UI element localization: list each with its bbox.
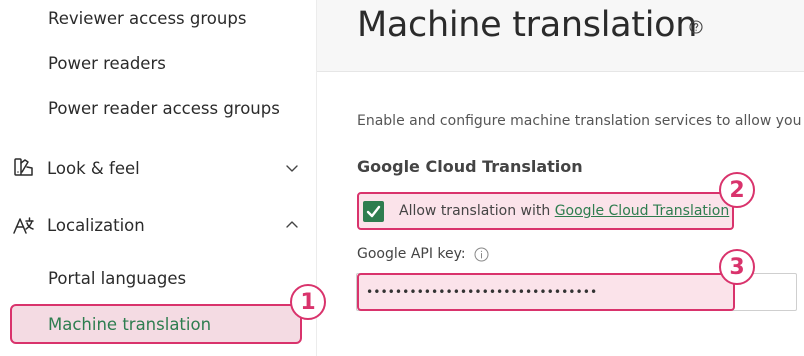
sidebar-item-power-readers[interactable]: Power readers — [48, 54, 166, 73]
sidebar: Reviewer access groups Power readers Pow… — [0, 0, 317, 356]
section-title: Google Cloud Translation — [357, 157, 583, 176]
callout-badge-3: 3 — [719, 249, 755, 285]
chevron-up-icon — [286, 221, 298, 228]
sidebar-item-label: Machine translation — [48, 315, 212, 334]
api-key-label: Google API key: — [357, 246, 466, 262]
callout-badge-1: 1 — [290, 284, 326, 320]
checkbox-label-text: Allow translation with — [399, 203, 555, 219]
chevron-down-icon — [286, 165, 298, 172]
checkmark-icon — [366, 205, 381, 218]
sidebar-item-power-reader-access-groups[interactable]: Power reader access groups — [48, 99, 280, 118]
sidebar-group-look-and-feel[interactable]: Look & feel — [12, 152, 304, 184]
sidebar-item-portal-languages[interactable]: Portal languages — [48, 269, 186, 288]
allow-translation-checkbox[interactable] — [363, 201, 384, 222]
callout-badge-2: 2 — [719, 172, 755, 208]
sidebar-item-reviewer-access-groups[interactable]: Reviewer access groups — [48, 9, 246, 28]
api-key-input[interactable] — [357, 273, 735, 311]
page-description: Enable and configure machine translation… — [357, 113, 804, 129]
page-title: Machine translation — [357, 5, 698, 45]
localization-icon — [13, 217, 34, 234]
info-icon[interactable] — [474, 247, 489, 262]
sidebar-group-label: Look & feel — [47, 158, 140, 178]
allow-translation-label: Allow translation with Google Cloud Tran… — [399, 203, 729, 219]
sidebar-item-machine-translation[interactable]: Machine translation — [10, 304, 302, 344]
allow-translation-row: Allow translation with Google Cloud Tran… — [357, 192, 734, 230]
page-header: Machine translation — [317, 0, 804, 72]
look-and-feel-icon — [14, 158, 33, 176]
question-circle-icon[interactable] — [689, 20, 703, 34]
google-cloud-translation-link[interactable]: Google Cloud Translation — [555, 203, 730, 219]
sidebar-group-label: Localization — [47, 215, 145, 235]
sidebar-group-localization[interactable]: Localization — [12, 209, 304, 241]
